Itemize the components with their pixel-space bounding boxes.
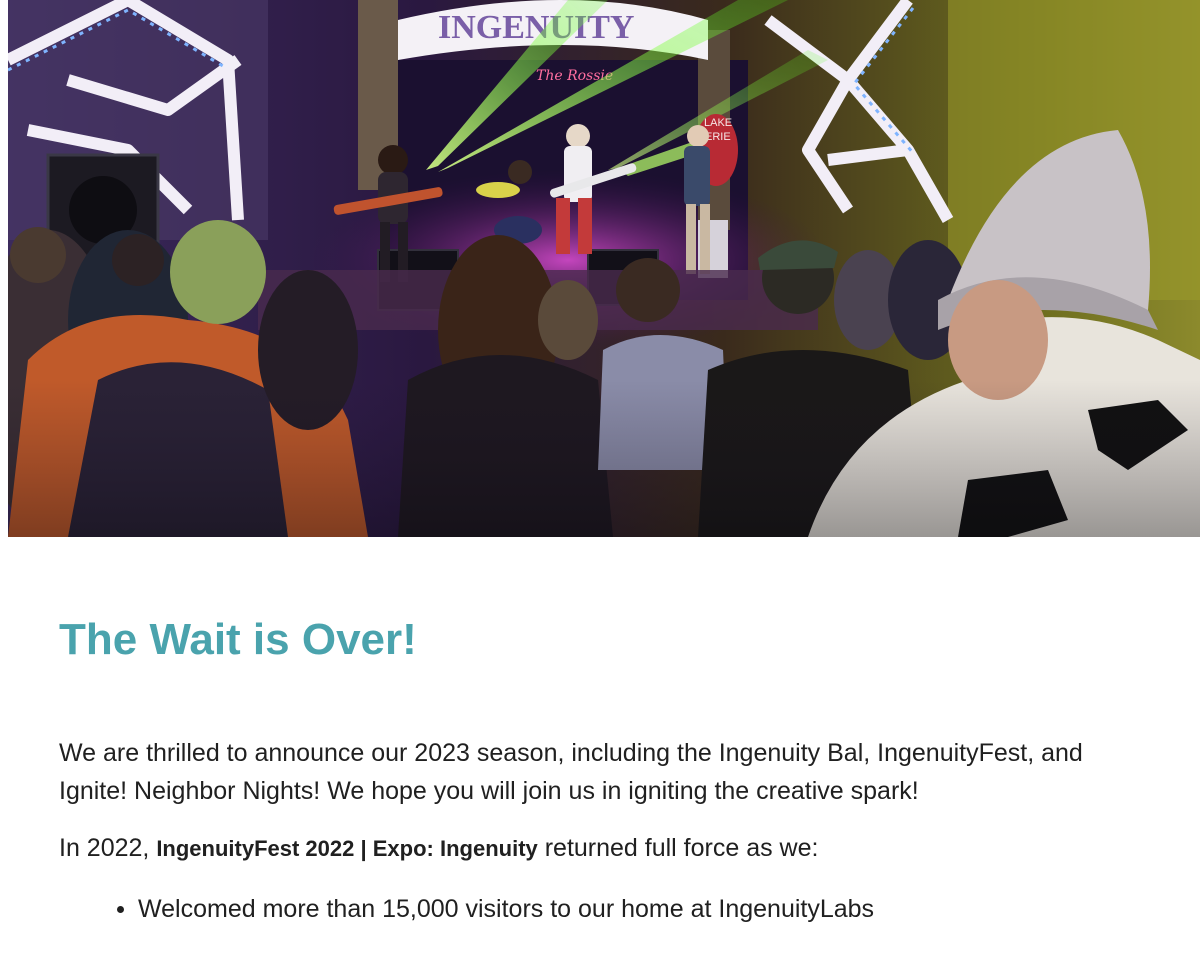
article-headline: The Wait is Over! [59,615,417,664]
recap-suffix: returned full force as we: [537,834,819,862]
recap-paragraph: In 2022, IngenuityFest 2022 | Expo: Inge… [59,829,1159,868]
sign-lake: LAKE [704,117,732,129]
recap-event-name: IngenuityFest 2022 | Expo: Ingenuity [156,836,538,861]
list-item-text: Welcomed more than 15,000 visitors to ou… [138,895,875,923]
recap-prefix: In 2022, [59,834,157,862]
article-content: The Wait is Over! We are thrilled to ann… [59,610,1159,928]
email-page: INGENUITY The Rossie LAKE ERIE The Wait … [0,0,1200,973]
hero-concert-photo: INGENUITY The Rossie LAKE ERIE [8,0,1200,537]
season-announcement-paragraph: We are thrilled to announce our 2023 sea… [59,739,1083,805]
list-item: Welcomed more than 15,000 visitors to ou… [117,890,1159,928]
bullet-dot-icon [117,906,124,913]
recap-bullet-list: Welcomed more than 15,000 visitors to ou… [59,890,1159,928]
